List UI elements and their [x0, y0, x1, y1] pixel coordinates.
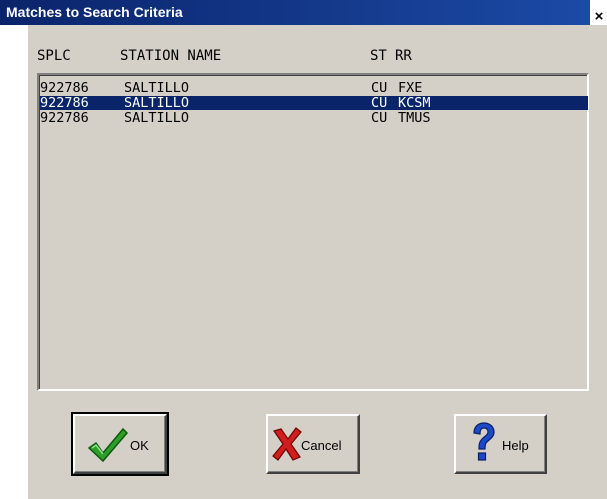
cell-rr: KCSM: [398, 95, 431, 111]
ok-button-label: OK: [130, 438, 149, 453]
matches-dialog: Matches to Search Criteria × SPLC STATIO…: [0, 0, 607, 499]
cell-station-name: SALTILLO: [124, 110, 190, 126]
red-x-icon: [272, 427, 302, 464]
help-button[interactable]: Help: [454, 414, 547, 474]
question-mark-icon: [470, 422, 496, 467]
column-header-st: ST: [370, 48, 387, 64]
matches-listbox[interactable]: 922786 SALTILLO CU FXE 922786 SALTILLO C…: [37, 73, 589, 391]
dialog-title: Matches to Search Criteria: [6, 4, 183, 20]
cancel-button[interactable]: Cancel: [266, 414, 360, 474]
left-margin: [0, 25, 28, 499]
checkmark-icon: [87, 426, 129, 467]
cell-station-name: SALTILLO: [124, 95, 190, 111]
column-header-station-name: STATION NAME: [120, 48, 222, 64]
ok-button[interactable]: OK: [71, 412, 169, 476]
cell-rr: FXE: [398, 80, 423, 96]
cell-st: CU: [371, 80, 388, 96]
cancel-button-label: Cancel: [301, 438, 342, 453]
cell-st: CU: [371, 95, 388, 111]
column-header-splc: SPLC: [37, 48, 71, 64]
list-item[interactable]: 922786 SALTILLO CU TMUS: [40, 111, 588, 125]
cell-splc: 922786: [40, 80, 89, 96]
cell-st: CU: [371, 110, 388, 126]
list-item-selected[interactable]: 922786 SALTILLO CU KCSM: [40, 96, 588, 110]
title-bar[interactable]: Matches to Search Criteria ×: [0, 0, 607, 25]
list-item[interactable]: 922786 SALTILLO CU FXE: [40, 81, 588, 95]
cell-station-name: SALTILLO: [124, 80, 190, 96]
cell-splc: 922786: [40, 110, 89, 126]
cell-splc: 922786: [40, 95, 89, 111]
help-button-label: Help: [502, 438, 529, 453]
close-button[interactable]: ×: [591, 9, 607, 25]
cell-rr: TMUS: [398, 110, 431, 126]
column-header-rr: RR: [395, 48, 412, 64]
